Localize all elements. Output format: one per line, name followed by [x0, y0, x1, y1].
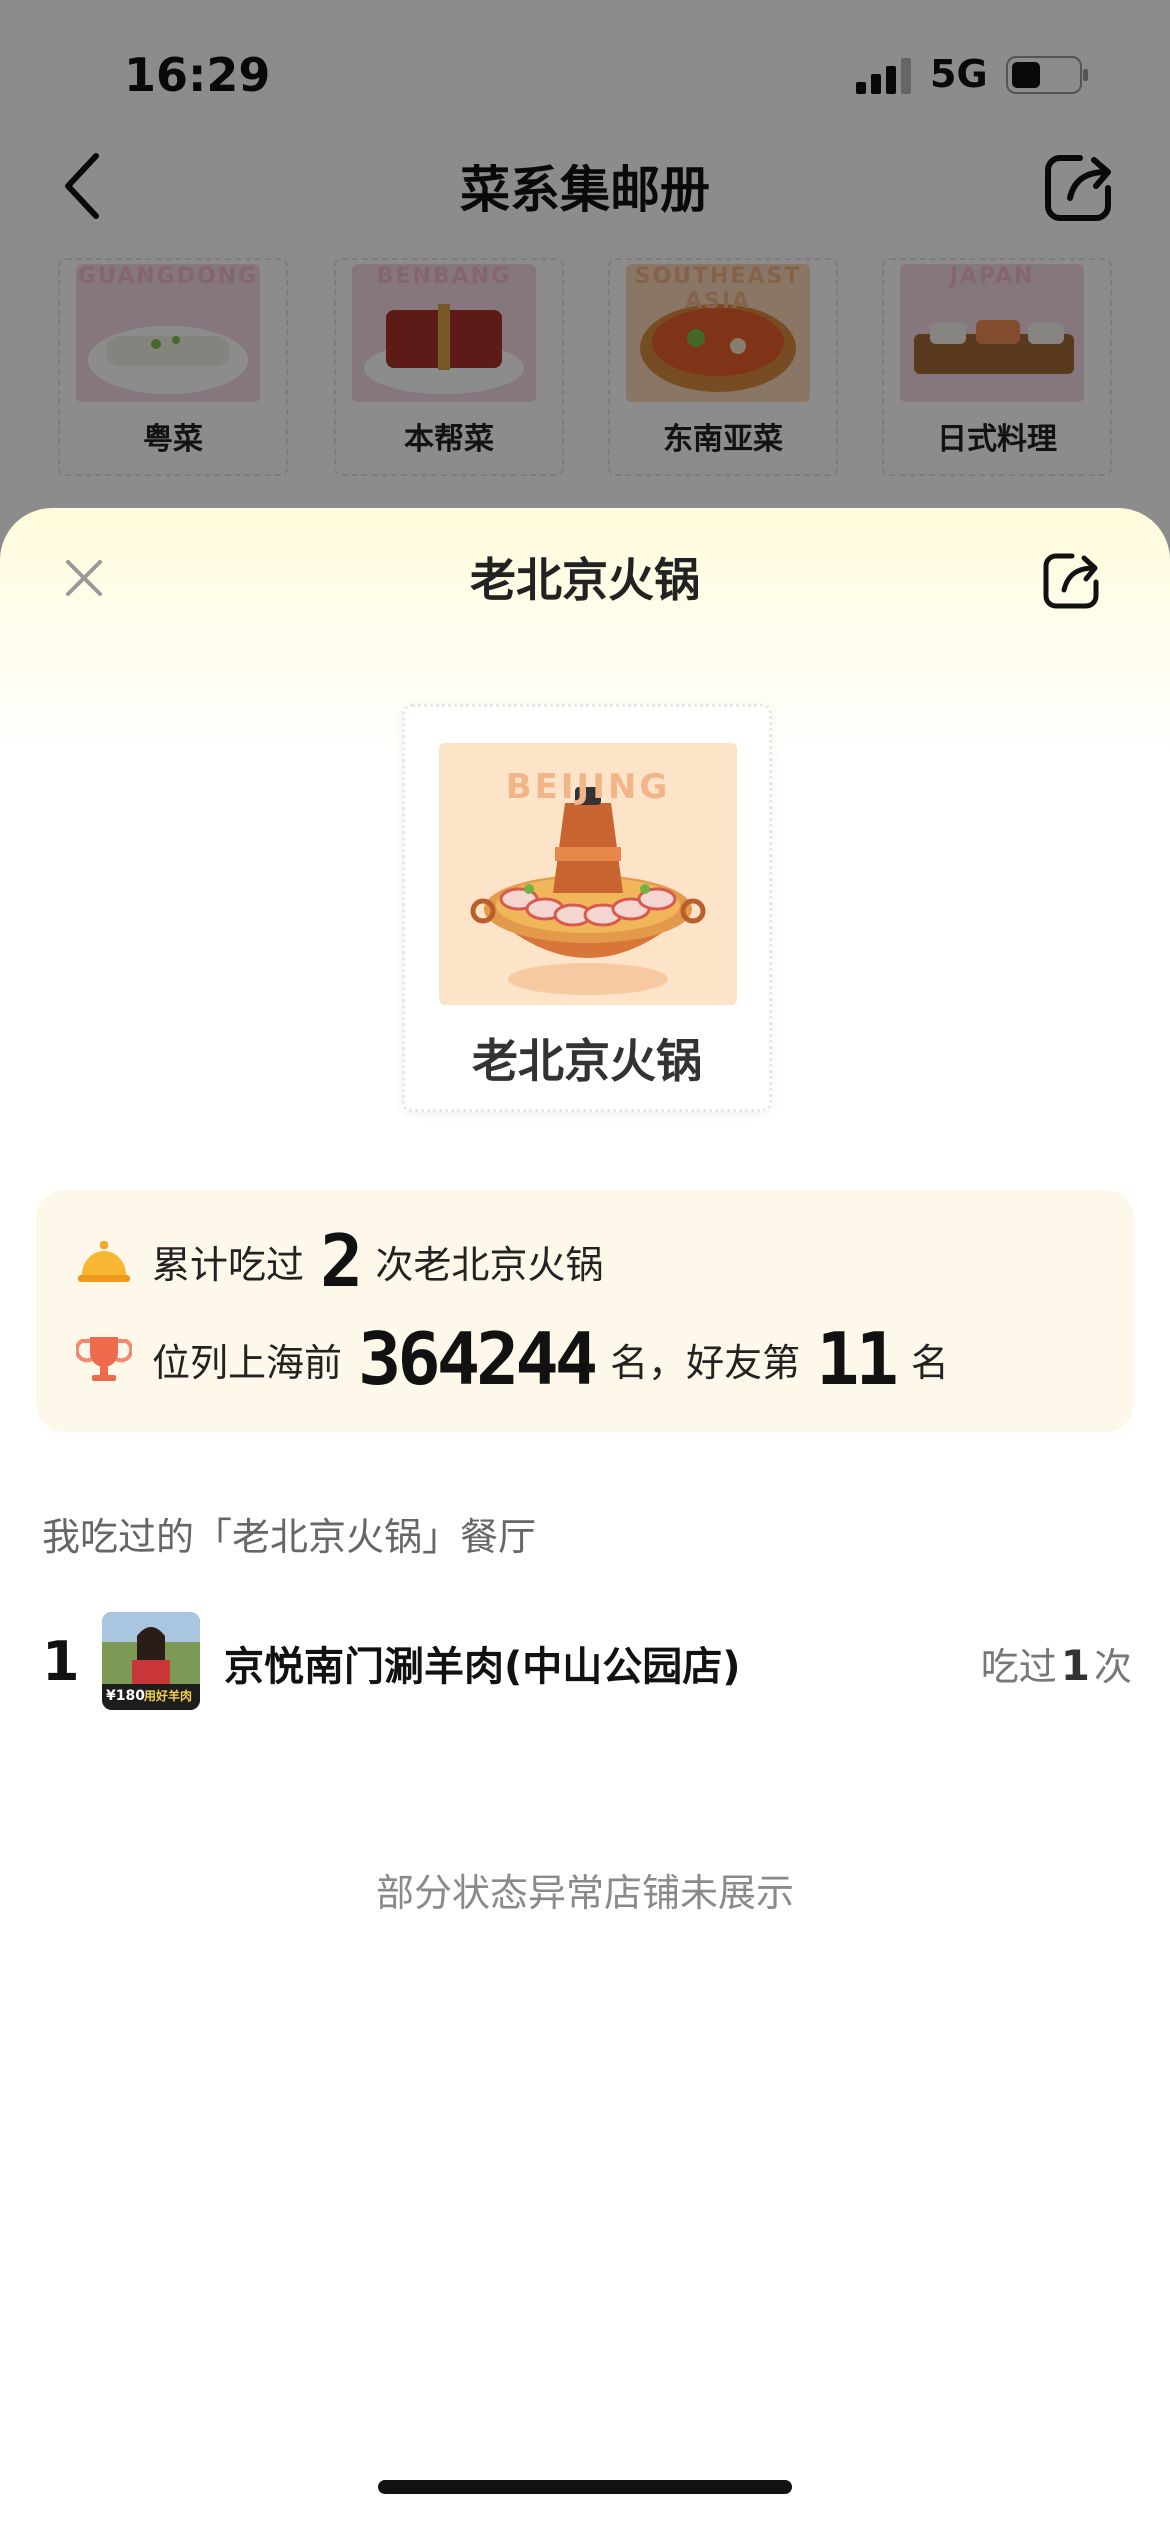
stamp-tag: BEIJING [505, 767, 671, 807]
cloche-icon [78, 1241, 130, 1282]
share-icon[interactable] [1040, 548, 1104, 612]
stat-text: 次老北京火锅 [375, 1242, 604, 1287]
home-indicator[interactable] [378, 2480, 792, 2494]
stats-card: 累计吃过 2 次老北京火锅 位列上海前 364244 名，好友第 11 名 [36, 1190, 1134, 1432]
stat-text: 名 [910, 1340, 949, 1385]
sheet-title: 老北京火锅 [470, 553, 700, 607]
visit-count-row: 累计吃过 2 次老北京火锅 [76, 1219, 604, 1303]
thumbnail-price: ¥180 [106, 1688, 145, 1704]
restaurant-name: 京悦南门涮羊肉(中山公园店) [224, 1644, 741, 1690]
trophy-icon [76, 1337, 132, 1381]
restaurant-rank: 1 [42, 1630, 80, 1693]
stamp-name: 老北京火锅 [472, 1034, 702, 1088]
cuisine-detail-sheet: 老北京火锅 BEIJING 老北京火锅 累计吃过 2 次老北京火锅 位列上海前 … [0, 508, 1170, 2532]
cuisine-stamp: BEIJING 老北京火锅 [402, 704, 772, 1112]
visits-suffix: 次 [1093, 1645, 1132, 1689]
thumbnail-caption: 用好羊肉 [143, 1688, 192, 1703]
visits-prefix: 吃过 [980, 1645, 1057, 1689]
visit-count: 2 [320, 1219, 363, 1303]
visits-count: 1 [1060, 1641, 1090, 1690]
restaurant-photo: ¥180 用好羊肉 [102, 1612, 200, 1710]
restaurant-visits: 吃过1 次 [981, 1636, 1132, 1691]
section-title: 我吃过的「老北京火锅」餐厅 [42, 1515, 537, 1559]
stat-text: 名，好友第 [610, 1340, 801, 1385]
restaurant-thumbnail: ¥180 用好羊肉 [102, 1612, 200, 1710]
stat-text: 位列上海前 [152, 1340, 343, 1385]
stat-text: 累计吃过 [152, 1242, 305, 1287]
friend-rank: 11 [816, 1317, 899, 1401]
hotpot-illustration: BEIJING [439, 743, 737, 1005]
city-rank: 364244 [358, 1317, 598, 1401]
restaurant-row[interactable]: 1 ¥180 用好羊肉 京悦南门涮羊肉(中山公园店) 吃过1 次 [42, 1612, 1132, 1722]
footer-note: 部分状态异常店铺未展示 [375, 1871, 794, 1915]
rank-row: 位列上海前 364244 名，好友第 11 名 [76, 1317, 949, 1401]
